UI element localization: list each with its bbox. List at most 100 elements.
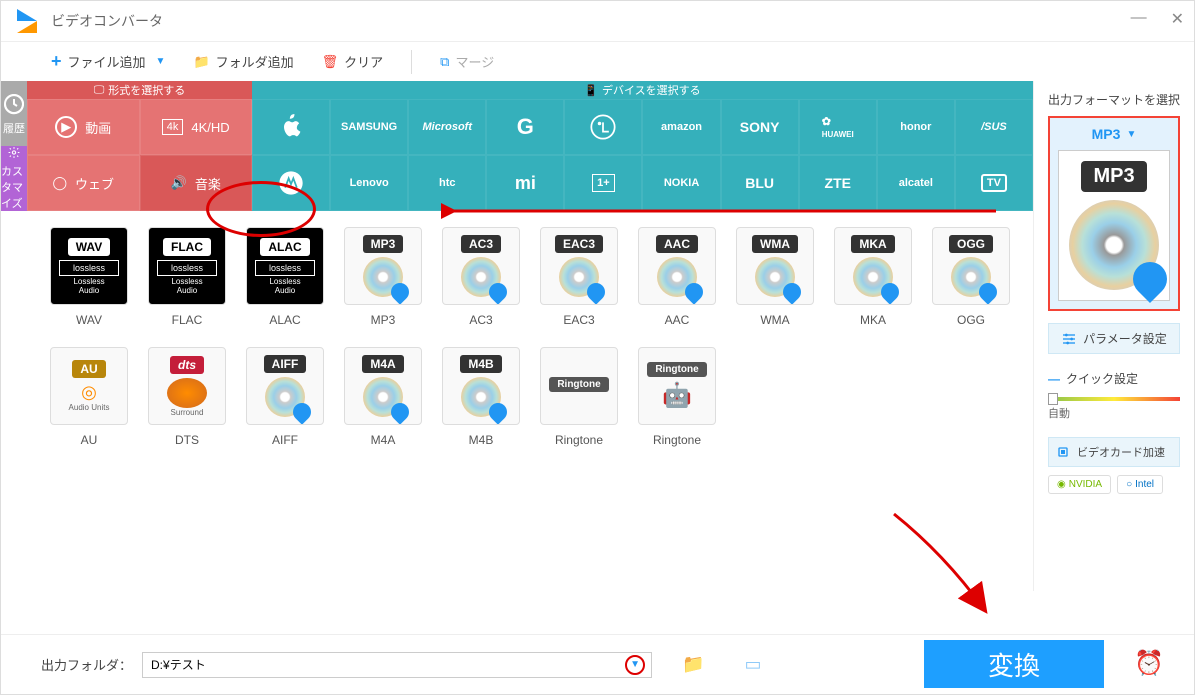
brand-htc[interactable]: htc — [408, 155, 486, 211]
format-m4b[interactable]: M4BM4B — [439, 347, 523, 447]
merge-icon: ⧉ — [440, 54, 449, 70]
format-thumb: WMA — [736, 227, 814, 305]
format-name-label: AAC — [665, 313, 690, 327]
folder-plus-icon: 📁 — [193, 54, 209, 70]
format-tab-label: 形式を選択する — [108, 82, 185, 98]
dropdown-icon[interactable]: ▼ — [1126, 129, 1136, 140]
selected-format-label: MP3 — [1092, 126, 1121, 142]
format-ogg[interactable]: OGGOGG — [929, 227, 1013, 327]
nvidia-chip[interactable]: ◉NVIDIA — [1048, 475, 1111, 494]
format-aac[interactable]: AACAAC — [635, 227, 719, 327]
clear-button[interactable]: 🗑 クリア — [312, 48, 394, 75]
format-thumb: OGG — [932, 227, 1010, 305]
intel-chip[interactable]: ○Intel — [1117, 475, 1163, 494]
format-thumb: FLAClosslessLosslessAudio — [148, 227, 226, 305]
format-wma[interactable]: WMA WMA — [733, 227, 817, 327]
dropdown-icon[interactable]: ▼ — [156, 56, 166, 67]
brand-xiaomi[interactable]: mi — [486, 155, 564, 211]
format-eac3[interactable]: EAC3 EAC3 — [537, 227, 621, 327]
format-name-label: Ringtone — [653, 433, 701, 447]
category-hd[interactable]: 4k 4K/HD — [140, 99, 253, 155]
format-thumb: EAC3 — [540, 227, 618, 305]
close-button[interactable]: ✕ — [1171, 9, 1184, 29]
format-dts[interactable]: dtsSurroundDTS — [145, 347, 229, 447]
history-tab[interactable]: 履歴 — [1, 81, 27, 146]
brand-sony[interactable]: SONY — [721, 99, 799, 155]
brand-nokia[interactable]: NOKIA — [642, 155, 720, 211]
schedule-button[interactable]: ⏰ — [1134, 649, 1164, 678]
browse-button[interactable]: ▭ — [744, 654, 761, 675]
format-ringtone[interactable]: Ringtone🤖Ringtone — [635, 347, 719, 447]
side-tabs: 履歴 カスタマイズ — [1, 81, 27, 591]
slider-thumb[interactable] — [1048, 393, 1058, 405]
brand-asus[interactable]: /SUS — [955, 99, 1033, 155]
device-tab-label: デバイスを選択する — [602, 82, 701, 98]
brand-huawei[interactable]: ✿HUAWEI — [799, 99, 877, 155]
format-thumb: dtsSurround — [148, 347, 226, 425]
format-ringtone[interactable]: RingtoneRingtone — [537, 347, 621, 447]
format-name-label: EAC3 — [563, 313, 594, 327]
brand-lenovo[interactable]: Lenovo — [330, 155, 408, 211]
format-alac[interactable]: ALAClosslessLosslessAudioALAC — [243, 227, 327, 327]
format-tab-header[interactable]: 🖵 形式を選択する — [27, 81, 252, 99]
brand-lg[interactable] — [564, 99, 642, 155]
device-tab-header[interactable]: 📱 デバイスを選択する — [252, 81, 1033, 99]
brand-alcatel[interactable]: alcatel — [877, 155, 955, 211]
brand-oneplus[interactable]: 1+ — [564, 155, 642, 211]
brand-honor[interactable]: honor — [877, 99, 955, 155]
brand-blu[interactable]: BLU — [721, 155, 799, 211]
format-aiff[interactable]: AIFFAIFF — [243, 347, 327, 447]
slider-auto-label: 自動 — [1048, 405, 1180, 421]
brand-grid: SAMSUNG Microsoft G amazon SONY ✿HUAWEI … — [252, 99, 1033, 211]
minimize-button[interactable]: — — [1131, 9, 1147, 29]
lg-icon — [589, 113, 617, 141]
category-video[interactable]: ▶ 動画 — [27, 99, 140, 155]
brand-zte[interactable]: ZTE — [799, 155, 877, 211]
category-music[interactable]: 🔊 音楽 — [140, 155, 253, 211]
format-thumb: AU◎Audio Units — [50, 347, 128, 425]
play-icon: ▶ — [55, 116, 77, 138]
path-dropdown-icon[interactable]: ▼ — [625, 655, 645, 675]
format-wav[interactable]: WAVlosslessLosslessAudioWAV — [47, 227, 131, 327]
open-folder-button[interactable]: 📁 — [682, 654, 704, 675]
format-ac3[interactable]: AC3AC3 — [439, 227, 523, 327]
format-thumb: MKA — [834, 227, 912, 305]
format-preview-image: MP3 — [1058, 150, 1170, 301]
format-mp3[interactable]: MP3MP3 — [341, 227, 425, 327]
brand-motorola[interactable] — [252, 155, 330, 211]
add-folder-button[interactable]: 📁 フォルダ追加 — [183, 48, 303, 75]
merge-button[interactable]: ⧉ マージ — [430, 48, 504, 75]
format-flac[interactable]: FLAClosslessLosslessAudioFLAC — [145, 227, 229, 327]
brand-tv[interactable]: TV — [955, 155, 1033, 211]
format-preview[interactable]: MP3 ▼ MP3 — [1048, 116, 1180, 311]
quality-slider[interactable] — [1048, 397, 1180, 401]
trash-icon: 🗑 — [322, 54, 339, 70]
convert-button[interactable]: 変換 — [924, 640, 1104, 688]
toolbar: + ファイル追加 ▼ 📁 フォルダ追加 🗑 クリア ⧉ マージ — [1, 41, 1194, 81]
gpu-accel-button[interactable]: ビデオカード加速 — [1048, 437, 1180, 467]
customize-tab[interactable]: カスタマイズ — [1, 146, 27, 211]
add-file-label: ファイル追加 — [68, 52, 146, 71]
music-label: 音楽 — [195, 174, 221, 193]
brand-microsoft[interactable]: Microsoft — [408, 99, 486, 155]
category-grid: ▶ 動画 4k 4K/HD ◯ ウェブ 🔊 音楽 — [27, 99, 252, 211]
format-m4a[interactable]: M4AM4A — [341, 347, 425, 447]
brand-amazon[interactable]: amazon — [642, 99, 720, 155]
parameter-settings-button[interactable]: パラメータ設定 — [1048, 323, 1180, 354]
brand-samsung[interactable]: SAMSUNG — [330, 99, 408, 155]
brand-apple[interactable] — [252, 99, 330, 155]
tab-header: 🖵 形式を選択する 📱 デバイスを選択する — [27, 81, 1033, 99]
disc-icon — [1069, 200, 1159, 290]
brand-google[interactable]: G — [486, 99, 564, 155]
category-web[interactable]: ◯ ウェブ — [27, 155, 140, 211]
format-name-label: MP3 — [371, 313, 396, 327]
format-thumb: M4A — [344, 347, 422, 425]
intel-icon: ○ — [1126, 479, 1132, 490]
add-file-button[interactable]: + ファイル追加 ▼ — [41, 47, 175, 76]
format-au[interactable]: AU◎Audio UnitsAU — [47, 347, 131, 447]
output-folder-input[interactable]: D:¥テスト ▼ — [142, 652, 652, 678]
app-logo — [17, 9, 41, 33]
format-name-label: Ringtone — [555, 433, 603, 447]
format-mka[interactable]: MKAMKA — [831, 227, 915, 327]
format-name-label: WMA — [760, 313, 789, 327]
